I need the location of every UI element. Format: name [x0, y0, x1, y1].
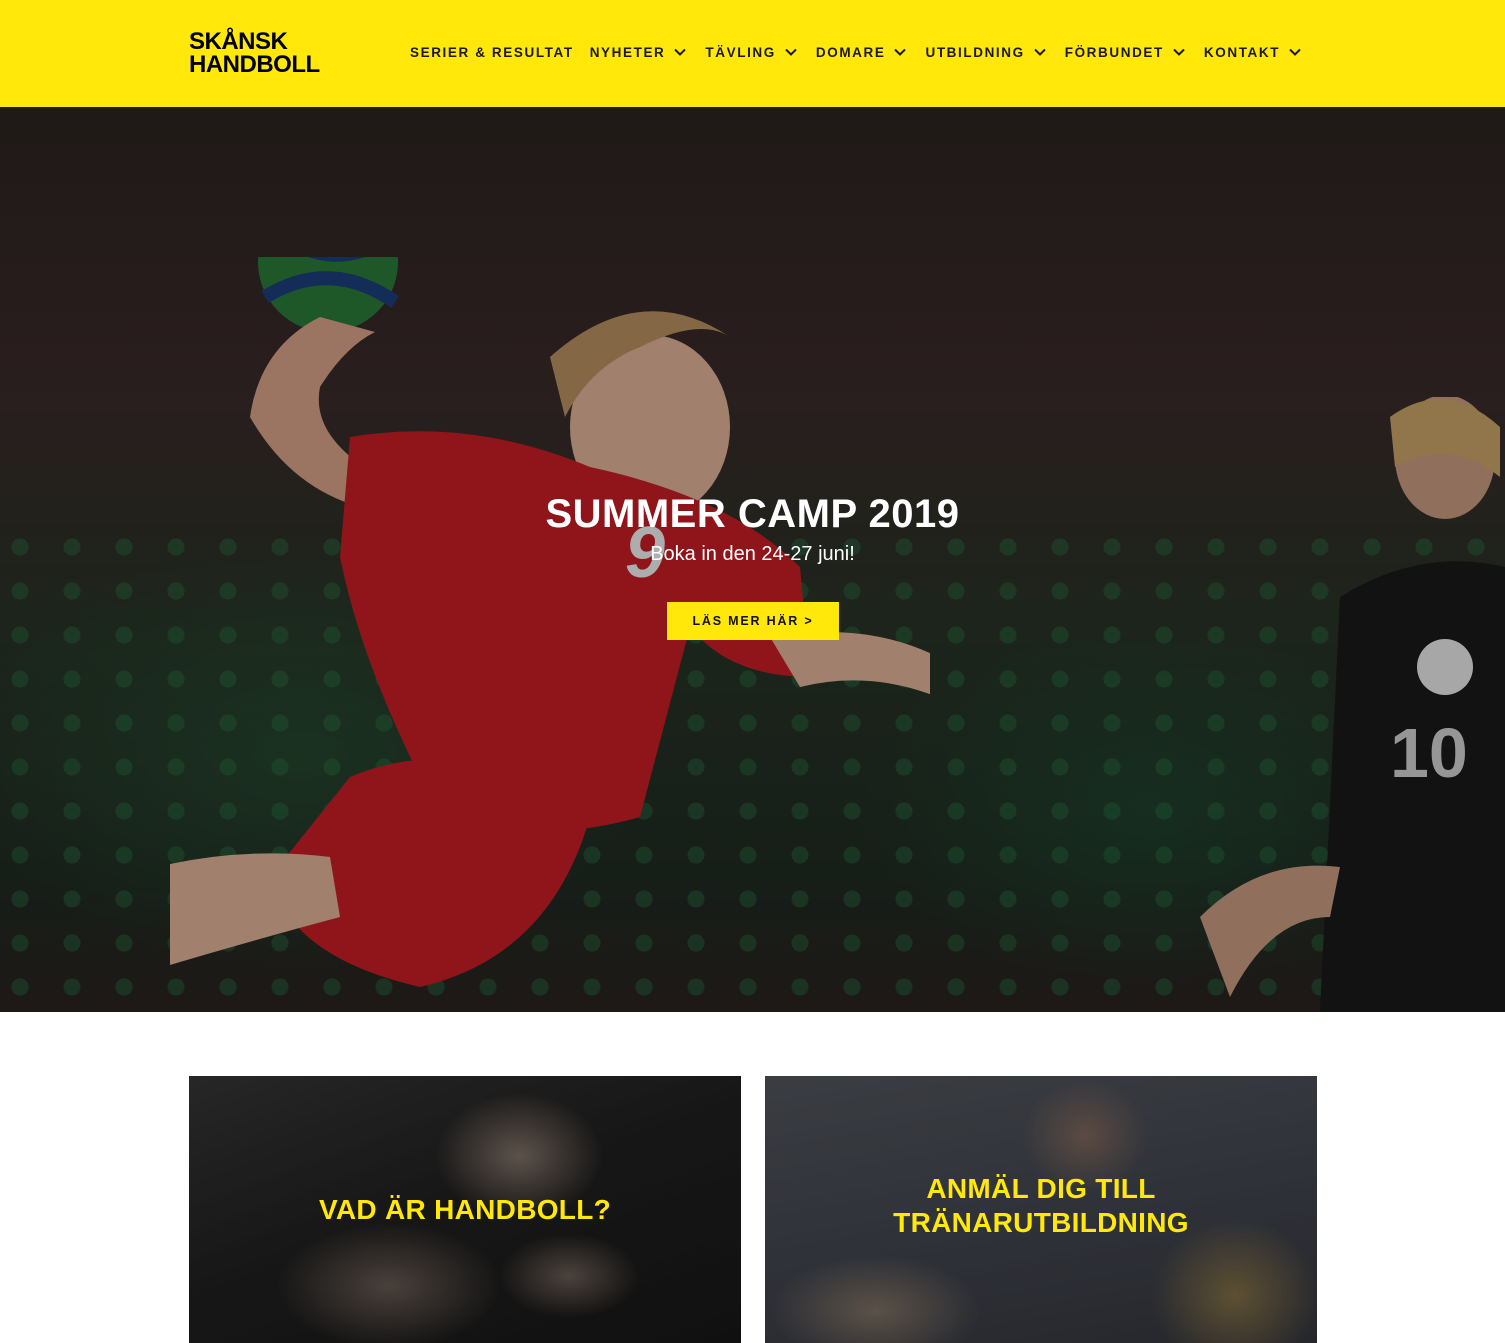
nav-item-serier-resultat[interactable]: SERIER & RESULTAT	[410, 40, 574, 64]
chevron-down-icon	[782, 43, 800, 61]
card-title: VAD ÄR HANDBOLL?	[318, 1193, 612, 1225]
nav-item-tavling[interactable]: TÄVLING	[705, 40, 799, 64]
hero-subtitle: Boka in den 24-27 juni!	[650, 543, 855, 565]
card-what-is-handball[interactable]: VAD ÄR HANDBOLL?	[189, 1076, 741, 1343]
nav-item-label: UTBILDNING	[925, 44, 1025, 60]
nav-item-label: FÖRBUNDET	[1064, 44, 1164, 60]
main-nav: SERIER & RESULTAT NYHETER TÄVLING DOMARE…	[410, 40, 1304, 64]
nav-item-nyheter[interactable]: NYHETER	[590, 40, 690, 64]
nav-item-label: SERIER & RESULTAT	[410, 44, 574, 60]
chevron-down-icon	[1286, 43, 1304, 61]
nav-item-forbundet[interactable]: FÖRBUNDET	[1065, 40, 1188, 64]
card-title: ANMÄL DIG TILL TRÄNARUTBILDNING	[893, 1172, 1189, 1238]
nav-item-label: TÄVLING	[705, 44, 776, 60]
site-header: SKÅNSK HANDBOLL SERIER & RESULTAT NYHETE…	[0, 0, 1505, 107]
hero-title: SUMMER CAMP 2019	[545, 492, 960, 536]
logo-line-1: SKÅNSK	[189, 28, 288, 55]
nav-item-label: NYHETER	[589, 44, 666, 60]
nav-item-label: DOMARE	[815, 44, 886, 60]
nav-item-kontakt[interactable]: KONTAKT	[1204, 40, 1304, 64]
nav-item-domare[interactable]: DOMARE	[816, 40, 910, 64]
read-more-button[interactable]: LÄS MER HÄR >	[667, 602, 839, 640]
card-coach-education[interactable]: ANMÄL DIG TILL TRÄNARUTBILDNING	[765, 1076, 1317, 1343]
site-logo[interactable]: SKÅNSK HANDBOLL	[189, 30, 329, 78]
chevron-down-icon	[1170, 43, 1188, 61]
nav-item-utbildning[interactable]: UTBILDNING	[925, 40, 1048, 64]
chevron-down-icon	[891, 43, 909, 61]
hero-banner: 10 9 SUMMER CAMP 2019 Boka in den 24-27 …	[0, 107, 1505, 1012]
chevron-down-icon	[671, 43, 689, 61]
nav-item-label: KONTAKT	[1203, 44, 1281, 60]
chevron-down-icon	[1031, 43, 1049, 61]
logo-line-2: HANDBOLL	[189, 51, 320, 78]
